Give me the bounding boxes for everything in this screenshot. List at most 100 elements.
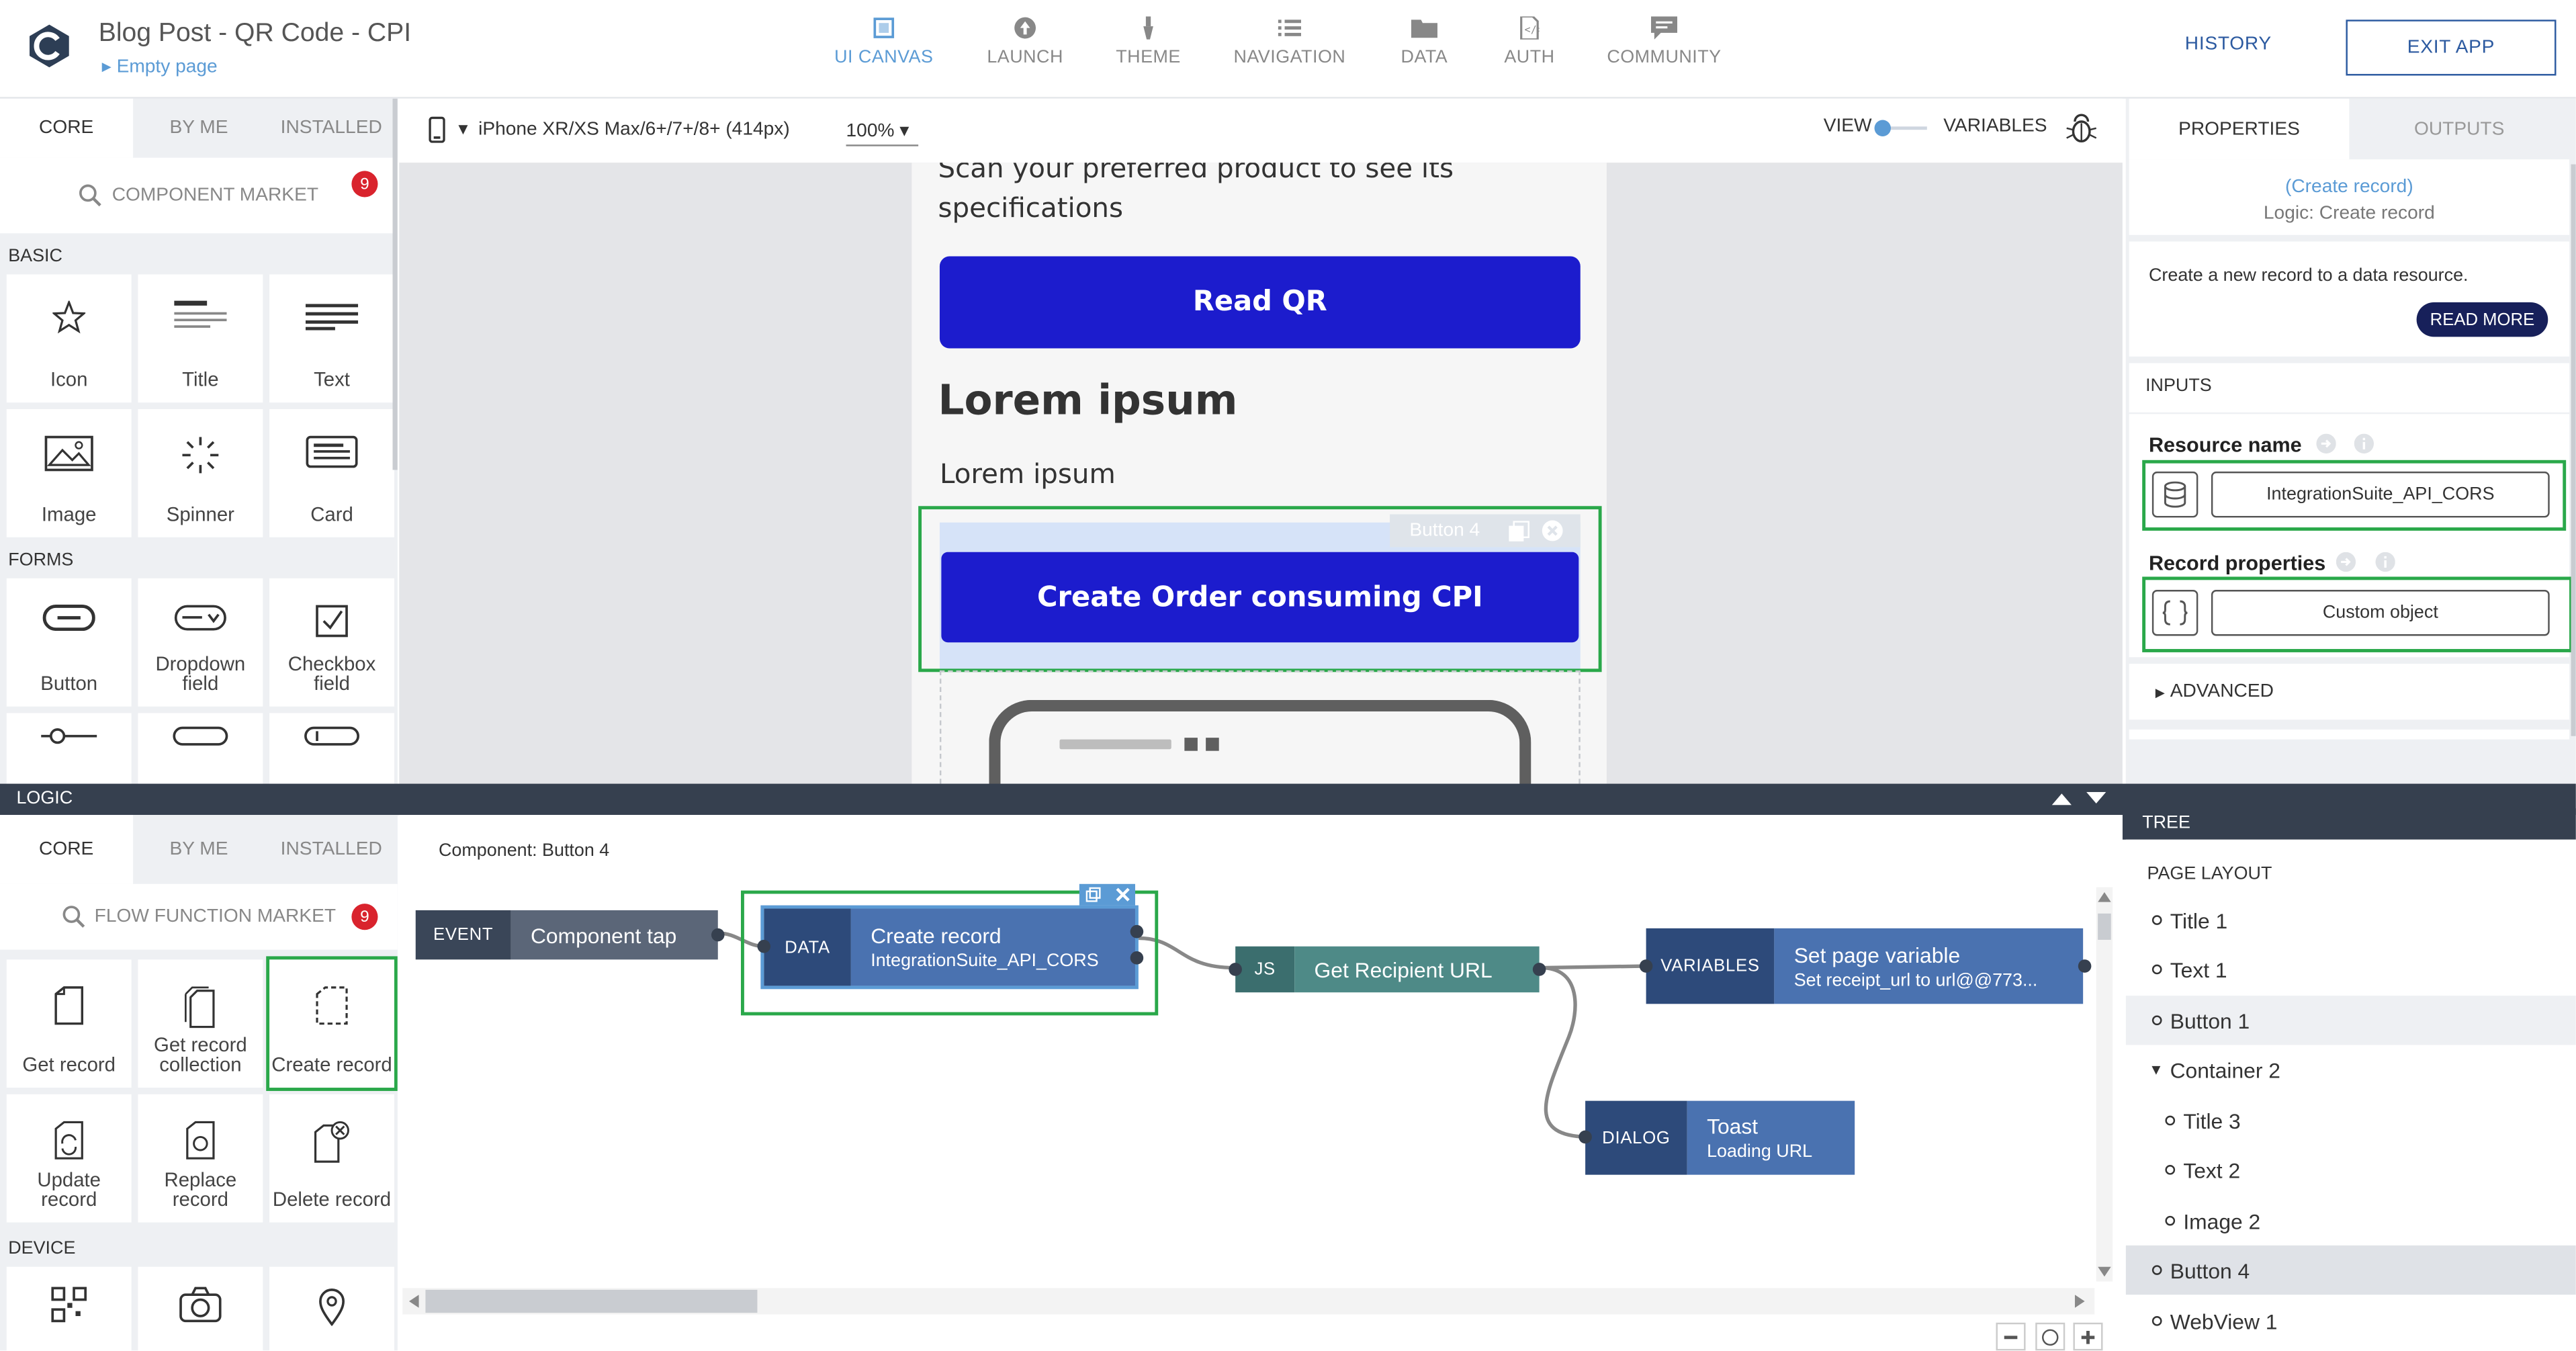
duplicate-icon[interactable] bbox=[1508, 521, 1529, 542]
variables-node-set-page-variable[interactable]: VARIABLES Set page variable Set receipt_… bbox=[1646, 928, 2084, 1004]
delete-element-icon[interactable] bbox=[1541, 519, 1564, 542]
tree-item-image-2[interactable]: Image 2 bbox=[2126, 1196, 2576, 1245]
tab-by-me[interactable]: BY ME bbox=[132, 99, 265, 158]
app-logo-icon[interactable] bbox=[26, 23, 72, 69]
intro-text[interactable]: Scan your preferred product to see its s… bbox=[938, 163, 1529, 228]
tree-item-button-4[interactable]: Button 4 bbox=[2125, 1245, 2576, 1295]
event-output-port[interactable] bbox=[711, 928, 725, 942]
view-variables-toggle[interactable] bbox=[1874, 120, 1930, 136]
component-image[interactable]: Image bbox=[6, 408, 132, 537]
tab-properties[interactable]: PROPERTIES bbox=[2129, 98, 2350, 160]
component-slider[interactable] bbox=[6, 713, 132, 784]
tab-installed[interactable]: INSTALLED bbox=[265, 99, 398, 158]
variables-input-port[interactable] bbox=[1639, 959, 1653, 973]
page-selector[interactable]: ▸ Empty page bbox=[102, 54, 218, 77]
data-input-port[interactable] bbox=[757, 939, 771, 953]
create-record-link[interactable]: (Create record) bbox=[2129, 174, 2569, 200]
scroll-right-icon[interactable] bbox=[2074, 1295, 2085, 1308]
tree-item-container-2[interactable]: ▼ Container 2 bbox=[2126, 1045, 2576, 1094]
function-delete-record[interactable]: Delete record bbox=[269, 1094, 394, 1223]
nav-ui-canvas[interactable]: UI CANVAS bbox=[818, 16, 950, 67]
expand-up-icon[interactable] bbox=[2051, 792, 2072, 805]
lorem-text[interactable]: Lorem ipsum bbox=[940, 458, 1116, 489]
zoom-out-button[interactable] bbox=[1996, 1322, 2026, 1351]
component-checkbox[interactable]: Checkbox field bbox=[269, 578, 394, 707]
data-success-port[interactable] bbox=[1130, 924, 1144, 939]
function-get-record-collection[interactable]: Get record collection bbox=[138, 959, 263, 1088]
js-input-port[interactable] bbox=[1229, 963, 1242, 976]
component-title[interactable]: Title bbox=[138, 274, 263, 403]
advanced-toggle[interactable]: ▸ ADVANCED bbox=[2129, 664, 2570, 720]
component-text[interactable]: Text bbox=[269, 274, 394, 403]
function-qr-scanner[interactable] bbox=[6, 1266, 132, 1351]
function-get-record[interactable]: Get record bbox=[6, 959, 132, 1088]
tree-item-text-2[interactable]: Text 2 bbox=[2126, 1145, 2576, 1194]
component-dropdown[interactable]: Dropdown field bbox=[138, 578, 263, 707]
tab-core[interactable]: CORE bbox=[0, 98, 133, 158]
function-create-record[interactable]: Create record bbox=[266, 956, 398, 1091]
flow-vertical-scrollbar[interactable] bbox=[2096, 887, 2113, 1282]
nav-theme[interactable]: THEME bbox=[1083, 16, 1214, 67]
tree-item-title-1[interactable]: Title 1 bbox=[2126, 896, 2576, 945]
object-binding-button[interactable] bbox=[2151, 590, 2199, 636]
tree-item-webview-1[interactable]: WebView 1 bbox=[2126, 1297, 2576, 1346]
component-panel-scrollbar[interactable] bbox=[392, 98, 398, 470]
logic-tab-core[interactable]: CORE bbox=[0, 815, 133, 884]
nav-community[interactable]: COMMUNITY bbox=[1599, 16, 1730, 67]
read-qr-button[interactable]: Read QR bbox=[939, 256, 1581, 349]
close-icon[interactable] bbox=[1116, 887, 1130, 902]
exit-app-button[interactable]: EXIT APP bbox=[2346, 19, 2557, 76]
nav-launch[interactable]: LAUNCH bbox=[959, 16, 1091, 67]
js-node-get-recipient-url[interactable]: JS Get Recipient URL bbox=[1235, 946, 1540, 993]
debug-bug-icon[interactable] bbox=[2065, 114, 2098, 143]
js-output-port[interactable] bbox=[1532, 963, 1546, 976]
component-card[interactable]: Card bbox=[269, 408, 394, 537]
create-order-button[interactable]: Create Order consuming CPI bbox=[941, 552, 1579, 643]
function-camera[interactable] bbox=[138, 1266, 263, 1351]
data-error-port[interactable] bbox=[1130, 951, 1144, 965]
function-update-record[interactable]: Update record bbox=[6, 1094, 132, 1223]
logic-tab-by-me[interactable]: BY ME bbox=[132, 815, 265, 884]
nav-auth[interactable]: </> AUTH bbox=[1464, 16, 1595, 67]
tab-outputs[interactable]: OUTPUTS bbox=[2349, 99, 2569, 159]
tree-item-text-1[interactable]: Text 1 bbox=[2126, 945, 2576, 994]
scroll-down-icon[interactable] bbox=[2098, 1266, 2111, 1277]
binding-arrow-icon[interactable] bbox=[2316, 433, 2336, 454]
read-more-button[interactable]: READ MORE bbox=[2416, 302, 2548, 337]
dialog-node-toast[interactable]: DIALOG Toast Loading URL bbox=[1585, 1100, 1855, 1175]
function-location[interactable] bbox=[269, 1266, 394, 1351]
data-node-create-record[interactable]: DATA Create record IntegrationSuite_API_… bbox=[760, 905, 1139, 990]
scroll-up-icon[interactable] bbox=[2098, 892, 2111, 902]
info-icon[interactable] bbox=[2354, 433, 2374, 454]
dialog-input-port[interactable] bbox=[1579, 1130, 1592, 1144]
flow-horizontal-scrollbar[interactable] bbox=[402, 1288, 2095, 1315]
device-selector[interactable]: ▾ iPhone XR/XS Max/6+/7+/8+ (414px) bbox=[458, 117, 789, 140]
record-properties-field[interactable]: Custom object bbox=[2211, 590, 2550, 636]
chevron-down-icon[interactable]: ▼ bbox=[2149, 1061, 2164, 1078]
collapse-down-icon[interactable] bbox=[2086, 791, 2106, 805]
tree-item-title-3[interactable]: Title 3 bbox=[2126, 1096, 2576, 1145]
zoom-selector[interactable]: 100% ▾ bbox=[846, 118, 919, 146]
binding-arrow-icon[interactable] bbox=[2336, 552, 2356, 572]
variables-output-port[interactable] bbox=[2078, 959, 2092, 973]
component-market-search[interactable]: COMPONENT MARKET 9 bbox=[0, 157, 398, 234]
component-button[interactable]: Button bbox=[6, 578, 132, 707]
component-icon[interactable]: Icon bbox=[6, 274, 132, 403]
tree-item-button-1[interactable]: Button 1 bbox=[2125, 996, 2576, 1045]
zoom-reset-button[interactable] bbox=[2035, 1322, 2066, 1351]
nav-navigation[interactable]: NAVIGATION bbox=[1224, 16, 1356, 67]
info-icon[interactable] bbox=[2375, 552, 2395, 572]
component-toggle[interactable] bbox=[269, 713, 394, 784]
database-binding-button[interactable] bbox=[2151, 471, 2199, 518]
properties-scrollbar[interactable] bbox=[2571, 164, 2576, 736]
history-button[interactable]: HISTORY bbox=[2185, 34, 2272, 54]
resource-name-field[interactable]: IntegrationSuite_API_CORS bbox=[2211, 471, 2550, 518]
component-multiselect[interactable] bbox=[138, 713, 263, 784]
scroll-left-icon[interactable] bbox=[408, 1295, 419, 1308]
zoom-in-button[interactable] bbox=[2073, 1322, 2103, 1351]
lorem-heading[interactable]: Lorem ipsum bbox=[938, 376, 1237, 424]
function-replace-record[interactable]: Replace record bbox=[138, 1094, 263, 1223]
event-node[interactable]: EVENT Component tap bbox=[415, 910, 718, 960]
logic-tab-installed[interactable]: INSTALLED bbox=[265, 815, 398, 884]
component-spinner[interactable]: Spinner bbox=[138, 408, 263, 537]
